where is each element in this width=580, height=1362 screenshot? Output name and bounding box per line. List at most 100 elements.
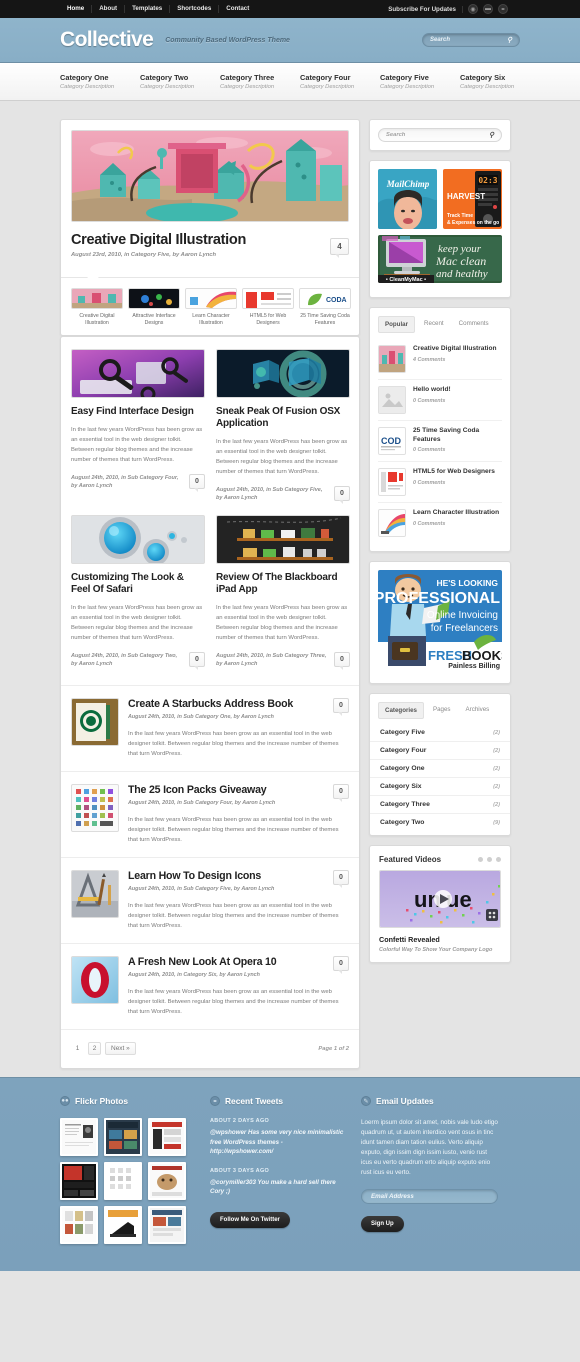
grid-post-image[interactable] bbox=[216, 349, 350, 398]
category-row[interactable]: Category Five (2) bbox=[370, 724, 510, 742]
pagination-page-1[interactable]: 1 bbox=[71, 1042, 84, 1055]
list-post-title[interactable]: Create A Starbucks Address Book bbox=[128, 698, 333, 710]
featured-thumb-5[interactable]: CODA 25 Time Saving Coda Features bbox=[299, 288, 351, 326]
grid-post-image[interactable] bbox=[71, 515, 205, 564]
email-signup-input[interactable]: Email Address bbox=[361, 1189, 498, 1204]
topnav-item-contact[interactable]: Contact bbox=[219, 5, 256, 13]
featured-video-title[interactable]: Confetti Revealed bbox=[379, 935, 501, 944]
video-pager-dots[interactable] bbox=[478, 857, 501, 862]
pagination: 1 2 Next » Page 1 of 2 bbox=[61, 1029, 359, 1068]
flickr-photo[interactable] bbox=[60, 1206, 98, 1244]
topnav-item-home[interactable]: Home bbox=[60, 5, 93, 13]
topnav-item-templates[interactable]: Templates bbox=[125, 5, 171, 13]
featured-thumb-3[interactable]: Learn Character Illustration bbox=[185, 288, 237, 326]
featured-thumb-2[interactable]: Attractive Interface Designs bbox=[128, 288, 180, 326]
list-post-comment-count[interactable]: 0 bbox=[333, 956, 349, 974]
flickr-photo[interactable] bbox=[148, 1118, 186, 1156]
list-post-image[interactable] bbox=[71, 698, 119, 746]
popular-item-2[interactable]: Hello world! 0 Comments bbox=[378, 380, 502, 421]
grid-post-comment-count[interactable]: 0 bbox=[189, 474, 205, 492]
grid-post-title[interactable]: Customizing The Look & Feel Of Safari bbox=[71, 572, 205, 596]
featured-title[interactable]: Creative Digital Illustration bbox=[71, 232, 349, 248]
grid-post-title[interactable]: Sneak Peak Of Fusion OSX Application bbox=[216, 406, 350, 430]
site-logo[interactable]: Collective bbox=[60, 28, 154, 52]
tab-comments[interactable]: Comments bbox=[453, 316, 495, 333]
flickr-photo[interactable] bbox=[148, 1162, 186, 1200]
flickr-photo[interactable] bbox=[60, 1162, 98, 1200]
search-icon[interactable]: ⚲ bbox=[489, 131, 494, 139]
ad-cleanmymac[interactable]: keep your Mac clean and healthy • CleanM… bbox=[378, 235, 502, 283]
flickr-photo[interactable] bbox=[148, 1206, 186, 1244]
catnav-item-4[interactable]: Category Four Category Description bbox=[300, 73, 380, 90]
sidebar-search-input[interactable]: Search ⚲ bbox=[378, 128, 502, 142]
list-post-comment-count[interactable]: 0 bbox=[333, 784, 349, 802]
list-post-image[interactable] bbox=[71, 956, 119, 1004]
featured-thumb-1[interactable]: Creative Digital Illustration bbox=[71, 288, 123, 326]
grid-post-comment-count[interactable]: 0 bbox=[189, 652, 205, 670]
header-search-input[interactable]: Search ⚲ bbox=[422, 33, 520, 47]
ad-mailchimp[interactable]: MailChimp bbox=[378, 169, 437, 229]
signup-button[interactable]: Sign Up bbox=[361, 1216, 404, 1232]
featured-image[interactable] bbox=[71, 130, 349, 222]
flickr-photo[interactable] bbox=[104, 1206, 142, 1244]
tab-archives[interactable]: Archives bbox=[460, 702, 496, 719]
grid-post-image[interactable] bbox=[216, 515, 350, 564]
list-post-title[interactable]: Learn How To Design Icons bbox=[128, 870, 333, 882]
list-post-comment-count[interactable]: 0 bbox=[333, 698, 349, 716]
tab-categories[interactable]: Categories bbox=[378, 702, 424, 719]
video-dot-3[interactable] bbox=[496, 857, 501, 862]
catnav-item-3[interactable]: Category Three Category Description bbox=[220, 73, 300, 90]
list-post-comment-count[interactable]: 0 bbox=[333, 870, 349, 888]
category-row[interactable]: Category Six (2) bbox=[370, 778, 510, 796]
follow-twitter-button[interactable]: Follow Me On Twitter bbox=[210, 1211, 290, 1228]
list-post-title[interactable]: A Fresh New Look At Opera 10 bbox=[128, 956, 333, 968]
ad-harvest[interactable]: 02:3 HARVEST Track Time & Expenses on th… bbox=[443, 169, 502, 229]
svg-text:COD: COD bbox=[381, 436, 402, 446]
site-tagline: Community Based WordPress Theme bbox=[165, 36, 290, 44]
ad-freshbooks[interactable]: HE'S LOOKING PROFESSIONAL Online Invoici… bbox=[378, 570, 502, 675]
list-post-title[interactable]: The 25 Icon Packs Giveaway bbox=[128, 784, 333, 796]
rss-icon[interactable]: ◉ bbox=[468, 4, 478, 14]
category-count: (2) bbox=[493, 747, 500, 754]
pagination-next-button[interactable]: Next » bbox=[105, 1042, 136, 1055]
tab-pages[interactable]: Pages bbox=[427, 702, 457, 719]
popular-item-1[interactable]: Creative Digital Illustration 4 Comments bbox=[378, 339, 502, 380]
popular-item-3[interactable]: COD 25 Time Saving Coda Features 0 Comme… bbox=[378, 421, 502, 462]
topnav-item-shortcodes[interactable]: Shortcodes bbox=[170, 5, 220, 13]
category-row[interactable]: Category Three (2) bbox=[370, 796, 510, 814]
pagination-page-2[interactable]: 2 bbox=[88, 1042, 101, 1055]
flickr-photo[interactable] bbox=[60, 1118, 98, 1156]
featured-thumb-4[interactable]: HTML5 for Web Designers bbox=[242, 288, 294, 326]
grid-post-comment-count[interactable]: 0 bbox=[334, 652, 350, 670]
featured-video-thumb[interactable]: un ue bbox=[379, 870, 501, 928]
grid-post-image[interactable] bbox=[71, 349, 205, 398]
category-row[interactable]: Category Two (9) bbox=[370, 814, 510, 831]
tab-popular[interactable]: Popular bbox=[378, 316, 416, 333]
catnav-item-2[interactable]: Category Two Category Description bbox=[140, 73, 220, 90]
main-content: Creative Digital Illustration August 23r… bbox=[60, 119, 360, 1069]
catnav-item-1[interactable]: Category One Category Description bbox=[60, 73, 140, 90]
email-icon[interactable]: ▬ bbox=[483, 4, 493, 14]
grid-post-title[interactable]: Easy Find Interface Design bbox=[71, 406, 205, 418]
popular-item-comments: 0 Comments bbox=[413, 447, 446, 453]
popular-item-5[interactable]: Learn Character Illustration 0 Comments bbox=[378, 503, 502, 543]
topnav-item-about[interactable]: About bbox=[92, 5, 126, 13]
popular-item-4[interactable]: HTML5 for Web Designers 0 Comments bbox=[378, 462, 502, 503]
grid-post-comment-count[interactable]: 0 bbox=[334, 486, 350, 504]
list-post-image[interactable] bbox=[71, 784, 119, 832]
grid-post-title[interactable]: Review Of The Blackboard iPad App bbox=[216, 572, 350, 596]
search-icon[interactable]: ⚲ bbox=[507, 36, 512, 44]
grid-post-excerpt: In the last few years WordPress has been… bbox=[71, 427, 203, 463]
flickr-photo[interactable] bbox=[104, 1162, 142, 1200]
twitter-icon[interactable]: ⚭ bbox=[498, 4, 508, 14]
video-dot-1[interactable] bbox=[478, 857, 483, 862]
category-row[interactable]: Category One (2) bbox=[370, 760, 510, 778]
list-post-image[interactable] bbox=[71, 870, 119, 918]
flickr-photo[interactable] bbox=[104, 1118, 142, 1156]
tab-recent[interactable]: Recent bbox=[418, 316, 450, 333]
catnav-item-5[interactable]: Category Five Category Description bbox=[380, 73, 460, 90]
video-dot-2[interactable] bbox=[487, 857, 492, 862]
category-row[interactable]: Category Four (2) bbox=[370, 742, 510, 760]
featured-comment-count[interactable]: 4 bbox=[330, 238, 349, 258]
catnav-item-6[interactable]: Category Six Category Description bbox=[460, 73, 540, 90]
